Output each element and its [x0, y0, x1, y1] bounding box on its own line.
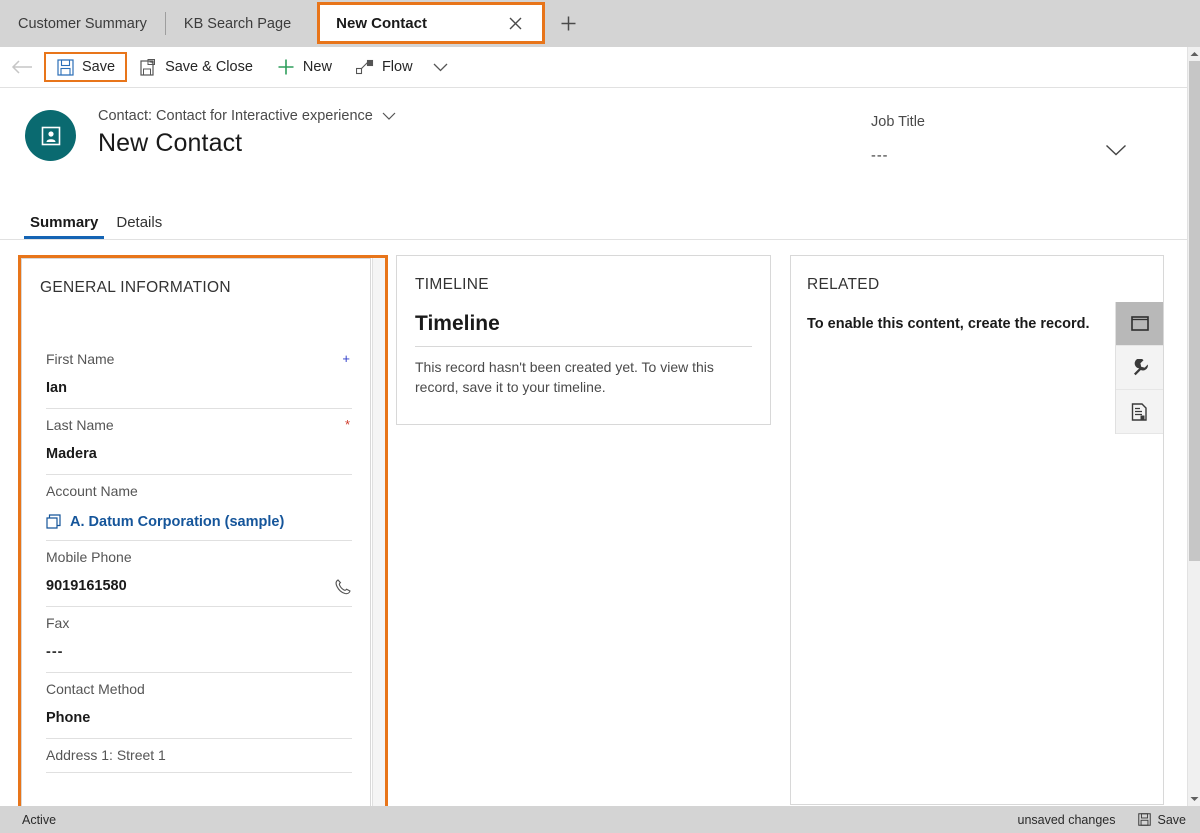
field-label: Address 1: Street 1: [46, 747, 166, 763]
save-button[interactable]: Save: [44, 52, 128, 82]
contact-card-icon: [40, 125, 62, 147]
phone-icon[interactable]: [334, 578, 352, 596]
new-tab-button[interactable]: [545, 0, 591, 47]
status-badge: Active: [22, 812, 57, 827]
save-button-label: Save: [82, 59, 116, 75]
general-information-section-highlight: GENERAL INFORMATION First Name + Ian Las…: [18, 255, 388, 825]
contact-method-input[interactable]: Phone: [46, 710, 352, 729]
main-vertical-scrollbar[interactable]: [1187, 47, 1200, 806]
form-tab-bar: Summary Details: [0, 200, 1187, 240]
tab-summary[interactable]: Summary: [24, 210, 105, 239]
back-arrow-icon[interactable]: [0, 47, 44, 88]
field-contact-method: Contact Method Phone: [46, 673, 352, 739]
tab-details[interactable]: Details: [110, 210, 168, 239]
scroll-up-arrow-icon[interactable]: [1188, 47, 1200, 61]
field-label: Last Name: [46, 417, 114, 433]
first-name-input[interactable]: Ian: [46, 380, 352, 399]
general-information-scrollbar[interactable]: [372, 258, 385, 822]
save-icon: [56, 58, 74, 76]
timeline-heading: Timeline: [415, 312, 500, 335]
status-save-button[interactable]: Save: [1137, 812, 1187, 827]
tab-label: New Contact: [336, 14, 427, 32]
panel-window-icon[interactable]: [1116, 302, 1163, 346]
field-label: Mobile Phone: [46, 549, 132, 565]
mobile-phone-input[interactable]: 9019161580: [46, 578, 352, 597]
scrollbar-thumb[interactable]: [1189, 61, 1200, 561]
status-bar-right: unsaved changes Save: [1018, 813, 1200, 827]
field-label: First Name: [46, 351, 115, 367]
entity-breadcrumb[interactable]: Contact: Contact for Interactive experie…: [98, 108, 871, 124]
general-information-fields: First Name + Ian Last Name * Madera Acco…: [22, 343, 370, 773]
avatar: [25, 110, 76, 161]
tab-label: Customer Summary: [18, 15, 147, 32]
wrench-icon[interactable]: [1116, 346, 1163, 390]
status-bar: Active unsaved changes Save: [0, 806, 1200, 833]
save-and-close-icon: [139, 58, 157, 76]
record-header-text: Contact: Contact for Interactive experie…: [98, 108, 871, 158]
flow-icon: [355, 58, 374, 76]
tab-new-contact-active[interactable]: New Contact: [317, 2, 546, 44]
job-title-label: Job Title: [871, 114, 925, 130]
app-window: Customer Summary KB Search Page New Cont…: [0, 0, 1200, 833]
field-address-1-street-1: Address 1: Street 1: [46, 739, 352, 773]
new-button-label: New: [302, 59, 332, 75]
timeline-title: TIMELINE: [415, 276, 489, 293]
field-fax: Fax ---: [46, 607, 352, 673]
related-empty-message: To enable this content, create the recor…: [807, 316, 1090, 332]
save-icon: [1137, 813, 1151, 826]
status-save-label: Save: [1157, 812, 1187, 827]
command-overflow-chevron-down-icon[interactable]: [425, 59, 456, 76]
field-first-name: First Name + Ian: [46, 343, 352, 409]
field-mobile-phone: Mobile Phone 9019161580: [46, 541, 352, 607]
account-lookup-icon: [46, 514, 62, 529]
tab-details-label: Details: [116, 214, 163, 231]
scroll-down-arrow-icon[interactable]: [1188, 792, 1200, 806]
document-icon[interactable]: [1116, 390, 1163, 434]
related-side-rail: [1115, 302, 1163, 434]
header-field-job-title: Job Title ---: [871, 114, 925, 164]
header-expand-chevron-down-icon[interactable]: [1105, 144, 1127, 156]
related-title: RELATED: [807, 276, 880, 293]
plus-icon: [277, 58, 295, 76]
account-name-value: A. Datum Corporation (sample): [70, 513, 285, 530]
related-section: RELATED To enable this content, create t…: [790, 255, 1164, 805]
general-information-section: GENERAL INFORMATION First Name + Ian Las…: [21, 258, 371, 822]
timeline-empty-message: This record hasn't been created yet. To …: [415, 359, 714, 396]
timeline-section: TIMELINE Timeline This record hasn't bee…: [396, 255, 771, 425]
general-information-title: GENERAL INFORMATION: [40, 279, 231, 296]
close-icon[interactable]: [502, 10, 528, 36]
chevron-down-icon[interactable]: [382, 112, 396, 120]
field-label: Contact Method: [46, 681, 145, 697]
unsaved-changes-text: unsaved changes: [1017, 812, 1116, 827]
field-label: Account Name: [46, 483, 138, 499]
account-name-lookup[interactable]: A. Datum Corporation (sample): [46, 512, 352, 531]
flow-button[interactable]: Flow: [344, 52, 425, 82]
browser-tab-strip: Customer Summary KB Search Page New Cont…: [0, 0, 1200, 47]
flow-button-label: Flow: [381, 59, 413, 75]
last-name-input[interactable]: Madera: [46, 446, 352, 465]
job-title-value[interactable]: ---: [871, 148, 925, 164]
new-button[interactable]: New: [265, 52, 344, 82]
record-header: Contact: Contact for Interactive experie…: [0, 88, 1187, 200]
field-account-name: Account Name A. Datum Corporation (sampl…: [46, 475, 352, 541]
field-last-name: Last Name * Madera: [46, 409, 352, 475]
fax-input[interactable]: ---: [46, 644, 352, 663]
save-and-close-button[interactable]: Save & Close: [127, 52, 265, 82]
command-bar: Save Save & Close New Flow: [0, 47, 1187, 88]
form-canvas: GENERAL INFORMATION First Name + Ian Las…: [0, 241, 1187, 825]
entity-label: Contact: Contact for Interactive experie…: [98, 108, 373, 124]
header-fields: Job Title ---: [871, 114, 1127, 164]
tab-customer-summary[interactable]: Customer Summary: [0, 0, 165, 47]
required-marker: *: [344, 417, 350, 432]
page-title: New Contact: [98, 129, 243, 157]
recommended-marker: +: [342, 351, 350, 366]
tab-label: KB Search Page: [183, 15, 292, 32]
tab-summary-label: Summary: [30, 214, 99, 231]
tab-kb-search-page[interactable]: KB Search Page: [166, 0, 309, 47]
field-label: Fax: [46, 615, 70, 631]
save-and-close-label: Save & Close: [165, 59, 253, 75]
